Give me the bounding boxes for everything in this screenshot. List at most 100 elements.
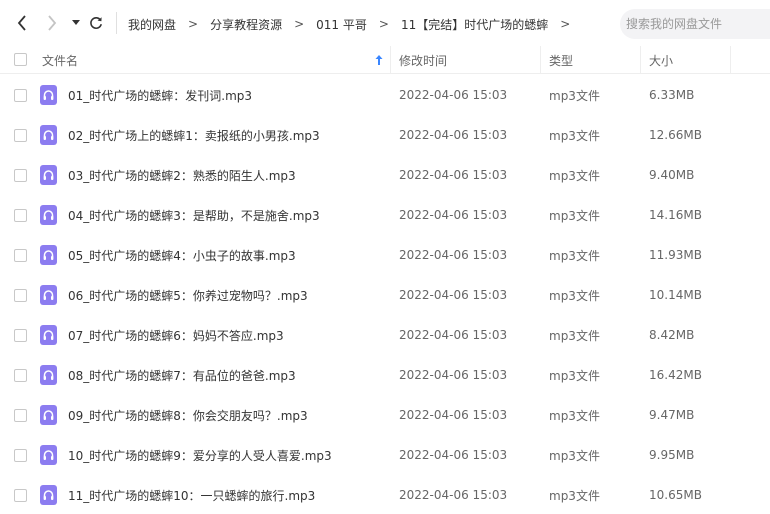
breadcrumb-item-pingge[interactable]: 011 平哥 — [316, 16, 367, 33]
audio-file-icon — [40, 445, 57, 465]
file-modified-time: 2022-04-06 15:03 — [399, 488, 508, 502]
file-name[interactable]: 06_时代广场的蟋蟀5：你养过宠物吗？.mp3 — [68, 275, 308, 315]
audio-file-icon — [40, 245, 57, 265]
row-checkbox[interactable] — [14, 169, 27, 182]
file-modified-time: 2022-04-06 15:03 — [399, 408, 508, 422]
file-type: mp3文件 — [549, 448, 600, 463]
row-checkbox[interactable] — [14, 249, 27, 262]
column-header-type[interactable]: 类型 — [549, 46, 573, 74]
file-row[interactable]: 03_时代广场的蟋蟀2：熟悉的陌生人.mp3 2022-04-06 15:03 … — [0, 155, 770, 195]
breadcrumb-separator: > — [560, 17, 571, 31]
file-name[interactable]: 03_时代广场的蟋蟀2：熟悉的陌生人.mp3 — [68, 155, 296, 195]
file-size: 12.66MB — [649, 128, 702, 142]
file-size: 11.93MB — [649, 248, 702, 262]
row-checkbox[interactable] — [14, 489, 27, 502]
row-checkbox[interactable] — [14, 449, 27, 462]
column-divider[interactable] — [390, 46, 391, 74]
forward-button[interactable] — [42, 12, 62, 34]
back-button[interactable] — [12, 12, 32, 34]
file-row[interactable]: 09_时代广场的蟋蟀8：你会交朋友吗？.mp3 2022-04-06 15:03… — [0, 395, 770, 435]
file-type: mp3文件 — [549, 408, 600, 423]
file-type: mp3文件 — [549, 488, 600, 503]
file-row[interactable]: 11_时代广场的蟋蟀10：一只蟋蟀的旅行.mp3 2022-04-06 15:0… — [0, 475, 770, 514]
file-row[interactable]: 01_时代广场的蟋蟀：发刊词.mp3 2022-04-06 15:03 mp3文… — [0, 75, 770, 115]
column-divider[interactable] — [730, 46, 731, 74]
file-size: 9.40MB — [649, 168, 695, 182]
toolbar: 我的网盘 > 分享教程资源 > 011 平哥 > 11【完结】时代广场的蟋蟀 > — [0, 0, 770, 46]
file-name[interactable]: 05_时代广场的蟋蟀4：小虫子的故事.mp3 — [68, 235, 296, 275]
file-row[interactable]: 04_时代广场的蟋蟀3：是帮助，不是施舍.mp3 2022-04-06 15:0… — [0, 195, 770, 235]
file-list-header: 文件名 修改时间 类型 大小 — [0, 46, 770, 74]
file-modified-time: 2022-04-06 15:03 — [399, 88, 508, 102]
file-modified-time: 2022-04-06 15:03 — [399, 168, 508, 182]
audio-file-icon — [40, 405, 57, 425]
row-checkbox[interactable] — [14, 369, 27, 382]
file-type: mp3文件 — [549, 328, 600, 343]
file-type: mp3文件 — [549, 248, 600, 263]
row-checkbox[interactable] — [14, 329, 27, 342]
search-input[interactable] — [626, 17, 766, 31]
chevron-right-icon — [48, 15, 57, 31]
breadcrumb-item-current[interactable]: 11【完结】时代广场的蟋蟀 — [401, 16, 548, 33]
history-dropdown-button[interactable] — [66, 12, 86, 34]
file-row[interactable]: 08_时代广场的蟋蟀7：有品位的爸爸.mp3 2022-04-06 15:03 … — [0, 355, 770, 395]
file-name[interactable]: 04_时代广场的蟋蟀3：是帮助，不是施舍.mp3 — [68, 195, 320, 235]
breadcrumb-item-share[interactable]: 分享教程资源 — [210, 16, 282, 33]
column-header-name[interactable]: 文件名 — [42, 46, 78, 74]
file-row[interactable]: 10_时代广场的蟋蟀9：爱分享的人受人喜爱.mp3 2022-04-06 15:… — [0, 435, 770, 475]
file-size: 8.42MB — [649, 328, 695, 342]
file-modified-time: 2022-04-06 15:03 — [399, 328, 508, 342]
file-name[interactable]: 10_时代广场的蟋蟀9：爱分享的人受人喜爱.mp3 — [68, 435, 332, 475]
file-name[interactable]: 07_时代广场的蟋蟀6：妈妈不答应.mp3 — [68, 315, 284, 355]
column-header-modified[interactable]: 修改时间 — [399, 46, 447, 74]
file-row[interactable]: 05_时代广场的蟋蟀4：小虫子的故事.mp3 2022-04-06 15:03 … — [0, 235, 770, 275]
file-size: 9.95MB — [649, 448, 695, 462]
column-header-size[interactable]: 大小 — [649, 46, 673, 74]
file-name[interactable]: 01_时代广场的蟋蟀：发刊词.mp3 — [68, 75, 252, 115]
file-type: mp3文件 — [549, 288, 600, 303]
row-checkbox[interactable] — [14, 89, 27, 102]
file-name[interactable]: 08_时代广场的蟋蟀7：有品位的爸爸.mp3 — [68, 355, 296, 395]
row-checkbox[interactable] — [14, 289, 27, 302]
refresh-icon — [90, 17, 102, 29]
search-box[interactable] — [620, 9, 770, 39]
file-row[interactable]: 02_时代广场上的蟋蟀1：卖报纸的小男孩.mp3 2022-04-06 15:0… — [0, 115, 770, 155]
file-name[interactable]: 11_时代广场的蟋蟀10：一只蟋蟀的旅行.mp3 — [68, 475, 315, 514]
breadcrumb-separator: > — [188, 17, 199, 31]
file-row[interactable]: 07_时代广场的蟋蟀6：妈妈不答应.mp3 2022-04-06 15:03 m… — [0, 315, 770, 355]
audio-file-icon — [40, 365, 57, 385]
caret-down-icon — [72, 20, 80, 25]
file-size: 16.42MB — [649, 368, 702, 382]
row-checkbox[interactable] — [14, 129, 27, 142]
select-all-checkbox[interactable] — [14, 53, 27, 66]
row-checkbox[interactable] — [14, 409, 27, 422]
audio-file-icon — [40, 485, 57, 505]
sort-ascending-icon[interactable] — [374, 54, 384, 66]
audio-file-icon — [40, 125, 57, 145]
file-name[interactable]: 09_时代广场的蟋蟀8：你会交朋友吗？.mp3 — [68, 395, 308, 435]
file-name[interactable]: 02_时代广场上的蟋蟀1：卖报纸的小男孩.mp3 — [68, 115, 320, 155]
breadcrumb-separator: > — [378, 17, 389, 31]
toolbar-divider — [116, 12, 117, 34]
file-modified-time: 2022-04-06 15:03 — [399, 248, 508, 262]
row-checkbox[interactable] — [14, 209, 27, 222]
column-divider[interactable] — [640, 46, 641, 74]
audio-file-icon — [40, 285, 57, 305]
refresh-button[interactable] — [86, 12, 106, 34]
file-row[interactable]: 06_时代广场的蟋蟀5：你养过宠物吗？.mp3 2022-04-06 15:03… — [0, 275, 770, 315]
breadcrumb-item-root[interactable]: 我的网盘 — [128, 16, 176, 33]
file-modified-time: 2022-04-06 15:03 — [399, 128, 508, 142]
file-size: 14.16MB — [649, 208, 702, 222]
file-modified-time: 2022-04-06 15:03 — [399, 448, 508, 462]
file-size: 9.47MB — [649, 408, 695, 422]
file-list: 01_时代广场的蟋蟀：发刊词.mp3 2022-04-06 15:03 mp3文… — [0, 75, 770, 514]
file-type: mp3文件 — [549, 88, 600, 103]
file-size: 10.14MB — [649, 288, 702, 302]
audio-file-icon — [40, 325, 57, 345]
file-modified-time: 2022-04-06 15:03 — [399, 368, 508, 382]
audio-file-icon — [40, 85, 57, 105]
file-modified-time: 2022-04-06 15:03 — [399, 208, 508, 222]
audio-file-icon — [40, 165, 57, 185]
column-divider[interactable] — [540, 46, 541, 74]
file-type: mp3文件 — [549, 168, 600, 183]
